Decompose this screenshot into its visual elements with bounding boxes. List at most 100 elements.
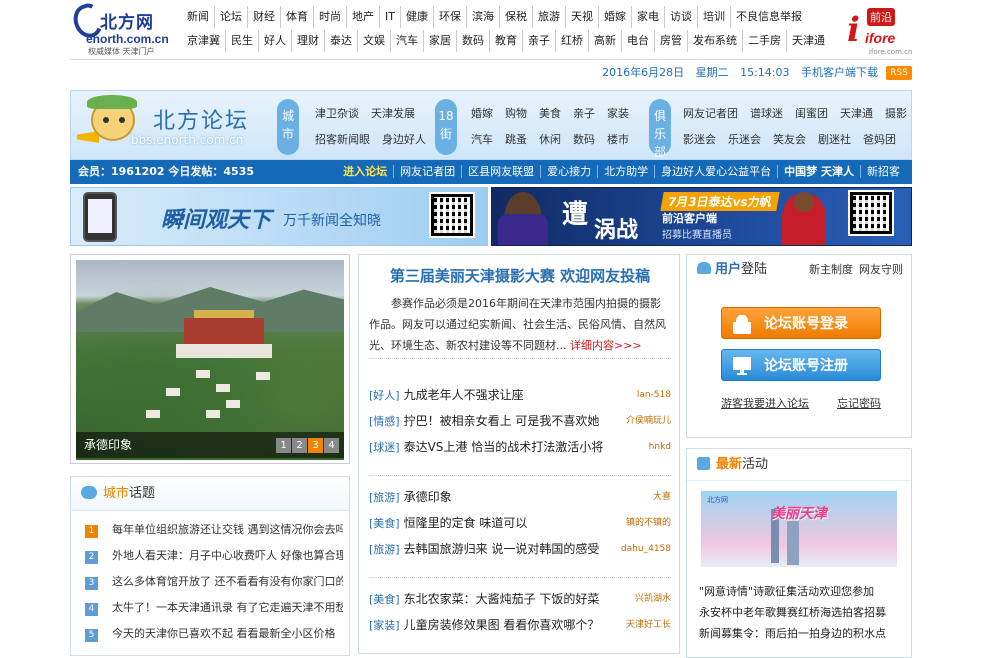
nav-link[interactable]: 红桥 [555, 30, 588, 52]
post-author[interactable]: lan-518 [637, 382, 671, 408]
board-link[interactable]: 天津通 [840, 101, 873, 127]
nav-link[interactable]: 高新 [588, 30, 621, 52]
nav-link[interactable]: 环保 [432, 6, 466, 28]
topic-title[interactable]: 外地人看天津：月子中心收费吓人 好像也算合理 [112, 549, 343, 562]
board-link[interactable]: 数码 [573, 127, 595, 153]
board-link[interactable]: 身边好人 [382, 127, 426, 153]
post-category[interactable]: [家装] [369, 619, 400, 632]
board-link[interactable]: 跳蚤 [505, 127, 527, 153]
topic-title[interactable]: 太牛了！一本天津通讯录 有了它走遍天津不用愁 [112, 601, 343, 614]
nav-link[interactable]: 天视 [564, 6, 598, 28]
featured-title[interactable]: 第三届美丽天津摄影大赛 欢迎网友投稿 [369, 259, 671, 293]
post-category[interactable]: [旅游] [369, 543, 400, 556]
board-link[interactable]: 休闲 [539, 127, 561, 153]
nav-link[interactable]: 婚嫁 [597, 6, 631, 28]
slideshow-page-button[interactable]: 4 [324, 438, 339, 453]
nav-link[interactable]: 文娱 [357, 30, 390, 52]
post-author[interactable]: 介侯喃玩儿 [626, 408, 671, 434]
forum-title[interactable]: 北方论坛 [153, 103, 249, 135]
post-title[interactable]: 九成老年人不强求让座 [404, 388, 524, 402]
post-category[interactable]: [旅游] [369, 491, 400, 504]
board-link[interactable]: 津卫杂谈 [315, 101, 359, 127]
board-link[interactable]: 谱球迷 [750, 101, 783, 127]
post-title[interactable]: 儿童房装修效果图 看看你喜欢哪个？ [404, 618, 600, 632]
nav-link[interactable]: 亲子 [522, 30, 555, 52]
topic-title[interactable]: 每年单位组织旅游还让交钱 遇到这情况你会去吗 [112, 523, 343, 536]
nav-link[interactable]: 培训 [696, 6, 730, 28]
post-author[interactable]: 天津好工长 [626, 612, 671, 638]
list-item[interactable]: 2 外地人看天津：月子中心收费吓人 好像也算合理 [85, 543, 343, 569]
activity-item[interactable]: 永安杯中老年歌舞赛红桥海选拍客招募 [699, 602, 905, 623]
nav-link[interactable]: 不良信息举报 [729, 6, 807, 28]
board-link[interactable]: 招客新闻眼 [315, 127, 370, 153]
nav-link[interactable]: 健康 [399, 6, 433, 28]
topic-title[interactable]: 这么多体育馆开放了 还不看看有没有你家门口的 [112, 575, 343, 588]
nav-link[interactable]: 电台 [621, 30, 654, 52]
rules-link-1[interactable]: 新主制度 [809, 263, 853, 276]
board-link[interactable]: 爸妈团 [863, 127, 896, 153]
board-link[interactable]: 笑友会 [773, 127, 806, 153]
nav-link[interactable]: 时尚 [313, 6, 346, 28]
post-title[interactable]: 去韩国旅游归来 说一说对韩国的感受 [404, 542, 600, 556]
slideshow-page-button[interactable]: 3 [308, 438, 323, 453]
activity-item[interactable]: "网意诗情"诗歌征集活动欢迎您参加 [699, 581, 905, 602]
quick-link[interactable]: 网友记者团 [393, 165, 462, 178]
board-link[interactable]: 摄影 [885, 101, 907, 127]
board-link[interactable]: 汽车 [471, 127, 493, 153]
featured-more-link[interactable]: 详细内容>>> [570, 339, 642, 352]
nav-link[interactable]: 地产 [346, 6, 379, 28]
nav-link[interactable]: 天津通 [786, 30, 830, 52]
teda-match-ad[interactable]: 遭 涡战 7月3日泰达vs力帆 前沿客户端 招募比赛直播员 [491, 187, 912, 246]
post-title[interactable]: 东北农家菜：大酱炖茄子 下饭的好菜 [404, 592, 600, 606]
post-row[interactable]: [好人] 九成老年人不强求让座 lan-518 [369, 382, 673, 408]
quick-link[interactable]: 身边好人爱心公益平台 [654, 165, 778, 178]
nav-link[interactable]: 理财 [291, 30, 324, 52]
board-link[interactable]: 乐迷会 [728, 127, 761, 153]
nav-link[interactable]: 京津冀 [182, 30, 225, 52]
post-category[interactable]: [美食] [369, 517, 400, 530]
rss-icon[interactable]: RSS [886, 66, 912, 80]
quick-link[interactable]: 区县网友联盟 [461, 165, 541, 178]
post-row[interactable]: [美食] 恒隆里的定食 味道可以 镇的不镇的 [369, 510, 673, 536]
post-author[interactable]: 镇的不镇的 [626, 510, 671, 536]
board-link[interactable]: 购物 [505, 101, 527, 127]
board-link[interactable]: 亲子 [573, 101, 595, 127]
nav-link[interactable]: 旅游 [531, 6, 565, 28]
site-logo[interactable]: 北方网 enorth.com.cn 权威媒体 天津门户 [69, 0, 180, 56]
nav-link[interactable]: 新闻 [182, 6, 214, 28]
board-link[interactable]: 剧迷社 [818, 127, 851, 153]
post-title[interactable]: 承德印象 [404, 490, 452, 504]
post-author[interactable]: 兴凯湖水 [635, 586, 671, 612]
board-link[interactable]: 网友记者团 [683, 101, 738, 127]
board-link[interactable]: 天津发展 [371, 101, 415, 127]
board-link[interactable]: 闺蜜团 [795, 101, 828, 127]
list-item[interactable]: 1 每年单位组织旅游还让交钱 遇到这情况你会去吗 [85, 517, 343, 543]
nav-link[interactable]: 发布系统 [687, 30, 742, 52]
news-app-ad[interactable]: 瞬间观天下 万千新闻全知晓 [70, 187, 488, 246]
slideshow-page-button[interactable]: 2 [292, 438, 307, 453]
nav-link[interactable]: 教育 [489, 30, 522, 52]
post-title[interactable]: 拧巴！被相亲女看上 可是我不喜欢她 [404, 414, 600, 428]
rules-link-2[interactable]: 网友守则 [859, 263, 903, 276]
nav-link[interactable]: 民生 [225, 30, 258, 52]
post-category[interactable]: [好人] [369, 389, 400, 402]
post-row[interactable]: [旅游] 去韩国旅游归来 说一说对韩国的感受 dahu_4158 [369, 536, 673, 562]
china-dream-link[interactable]: 中国梦 天津人 [777, 165, 860, 178]
forum-register-button[interactable]: 论坛账号注册 [721, 349, 881, 381]
slideshow-image[interactable] [76, 260, 344, 460]
post-author[interactable]: hnkd [649, 434, 671, 460]
nav-link[interactable]: 好人 [258, 30, 291, 52]
nav-link[interactable]: 访谈 [663, 6, 697, 28]
nav-link[interactable]: 房管 [654, 30, 687, 52]
post-title[interactable]: 恒隆里的定食 味道可以 [404, 516, 528, 530]
quick-link[interactable]: 北方助学 [597, 165, 655, 178]
post-author[interactable]: 大喜 [653, 484, 671, 510]
list-item[interactable]: 4 太牛了！一本天津通讯录 有了它走遍天津不用愁 [85, 595, 343, 621]
post-category[interactable]: [情感] [369, 415, 400, 428]
forgot-password-link[interactable]: 忘记密码 [837, 395, 881, 411]
nav-link[interactable]: 家电 [630, 6, 664, 28]
nav-link[interactable]: 财经 [247, 6, 280, 28]
topic-title[interactable]: 今天的天津你已喜欢不起 看看最新全小区价格 [112, 627, 336, 640]
post-row[interactable]: [球迷] 泰达VS上港 恰当的战术打法激活小将 hnkd [369, 434, 673, 460]
post-category[interactable]: [球迷] [369, 441, 400, 454]
